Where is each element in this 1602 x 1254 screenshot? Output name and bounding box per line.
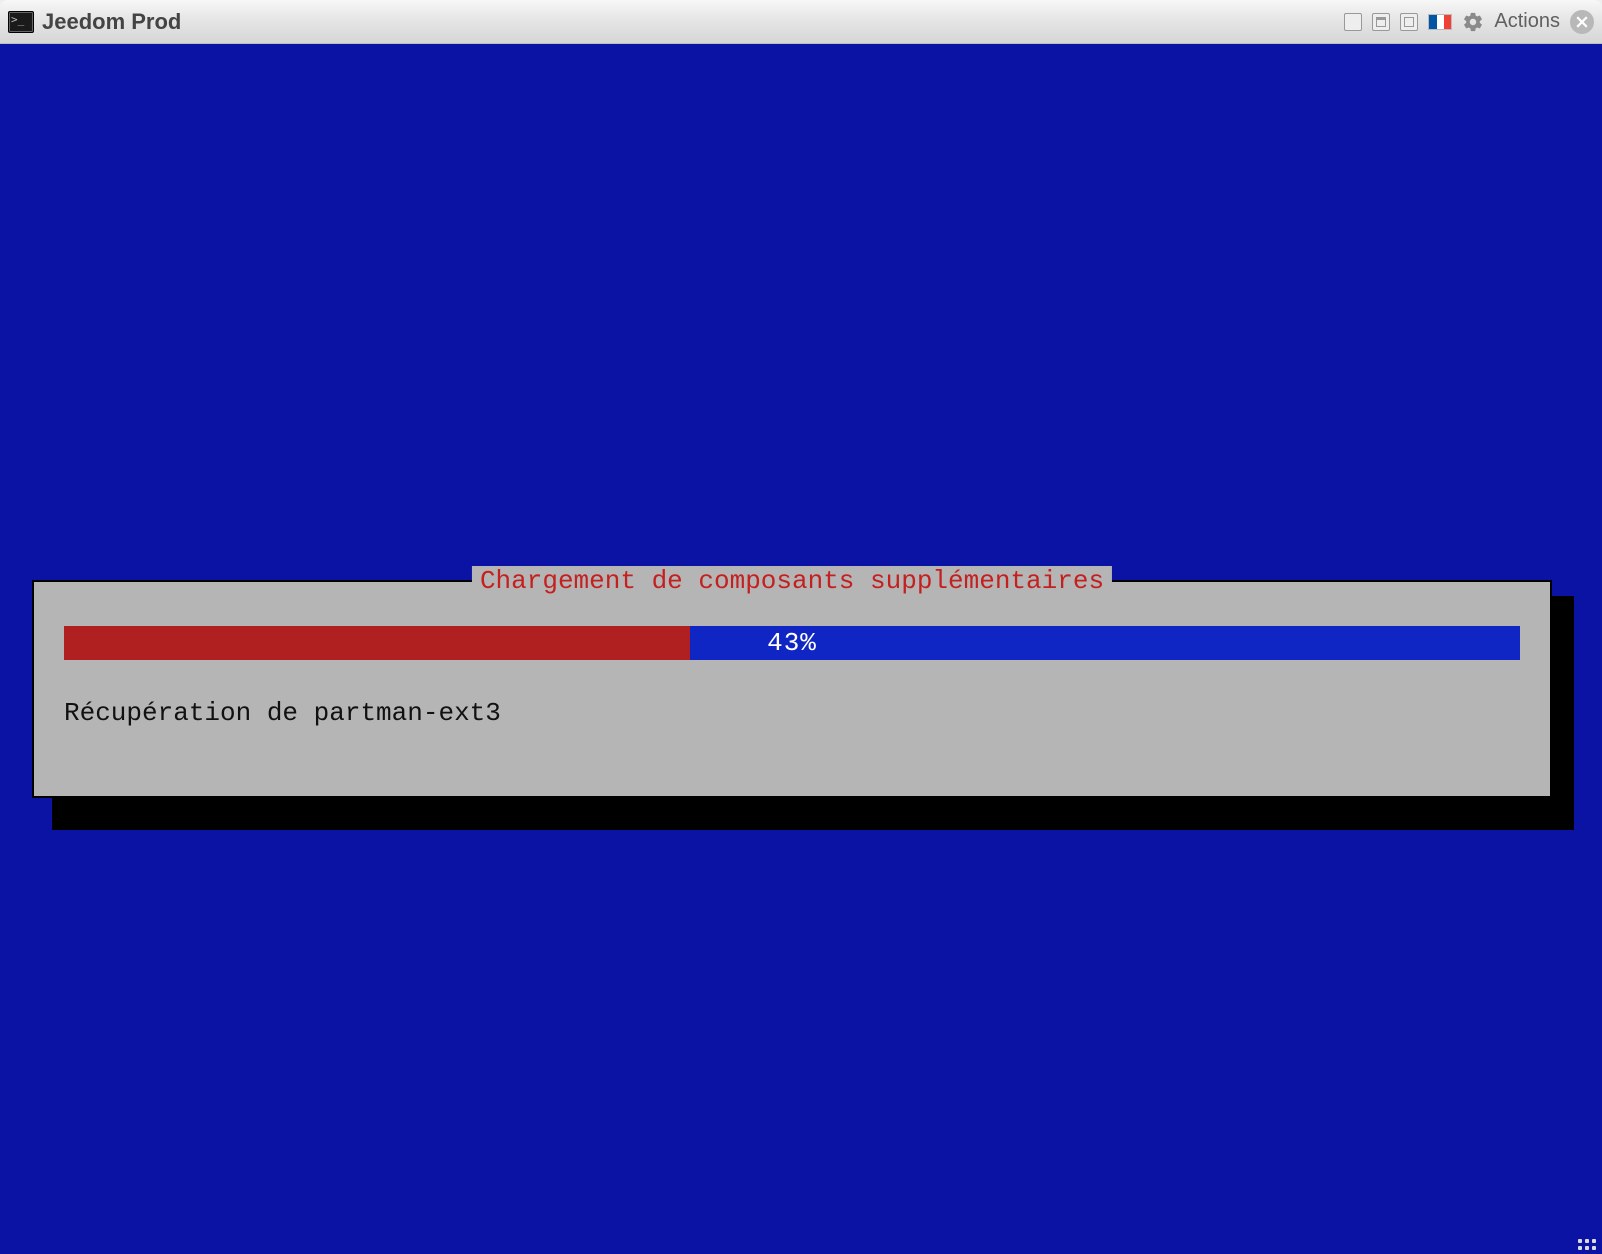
title-bar-right: Actions: [1344, 10, 1594, 34]
title-bar: Jeedom Prod Actions: [0, 0, 1602, 44]
actions-menu-label[interactable]: Actions: [1494, 10, 1560, 33]
terminal-icon: [8, 11, 34, 33]
window-button-1[interactable]: [1344, 13, 1362, 31]
progress-percent-label: 43%: [64, 626, 1520, 660]
status-text: Récupération de partman-ext3: [64, 698, 501, 728]
resize-grip[interactable]: [1574, 1228, 1596, 1250]
console-area: Chargement de composants supplémentaires…: [0, 44, 1602, 1254]
title-bar-left: Jeedom Prod: [8, 9, 181, 35]
progress-dialog: Chargement de composants supplémentaires…: [32, 580, 1552, 798]
flag-icon: [1428, 14, 1452, 30]
gear-icon[interactable]: [1462, 11, 1484, 33]
window-button-2[interactable]: [1372, 13, 1390, 31]
progress-bar: 43%: [64, 626, 1520, 660]
dialog-title: Chargement de composants supplémentaires: [472, 566, 1112, 596]
window-button-3[interactable]: [1400, 13, 1418, 31]
window-title: Jeedom Prod: [42, 9, 181, 35]
close-button[interactable]: [1570, 10, 1594, 34]
